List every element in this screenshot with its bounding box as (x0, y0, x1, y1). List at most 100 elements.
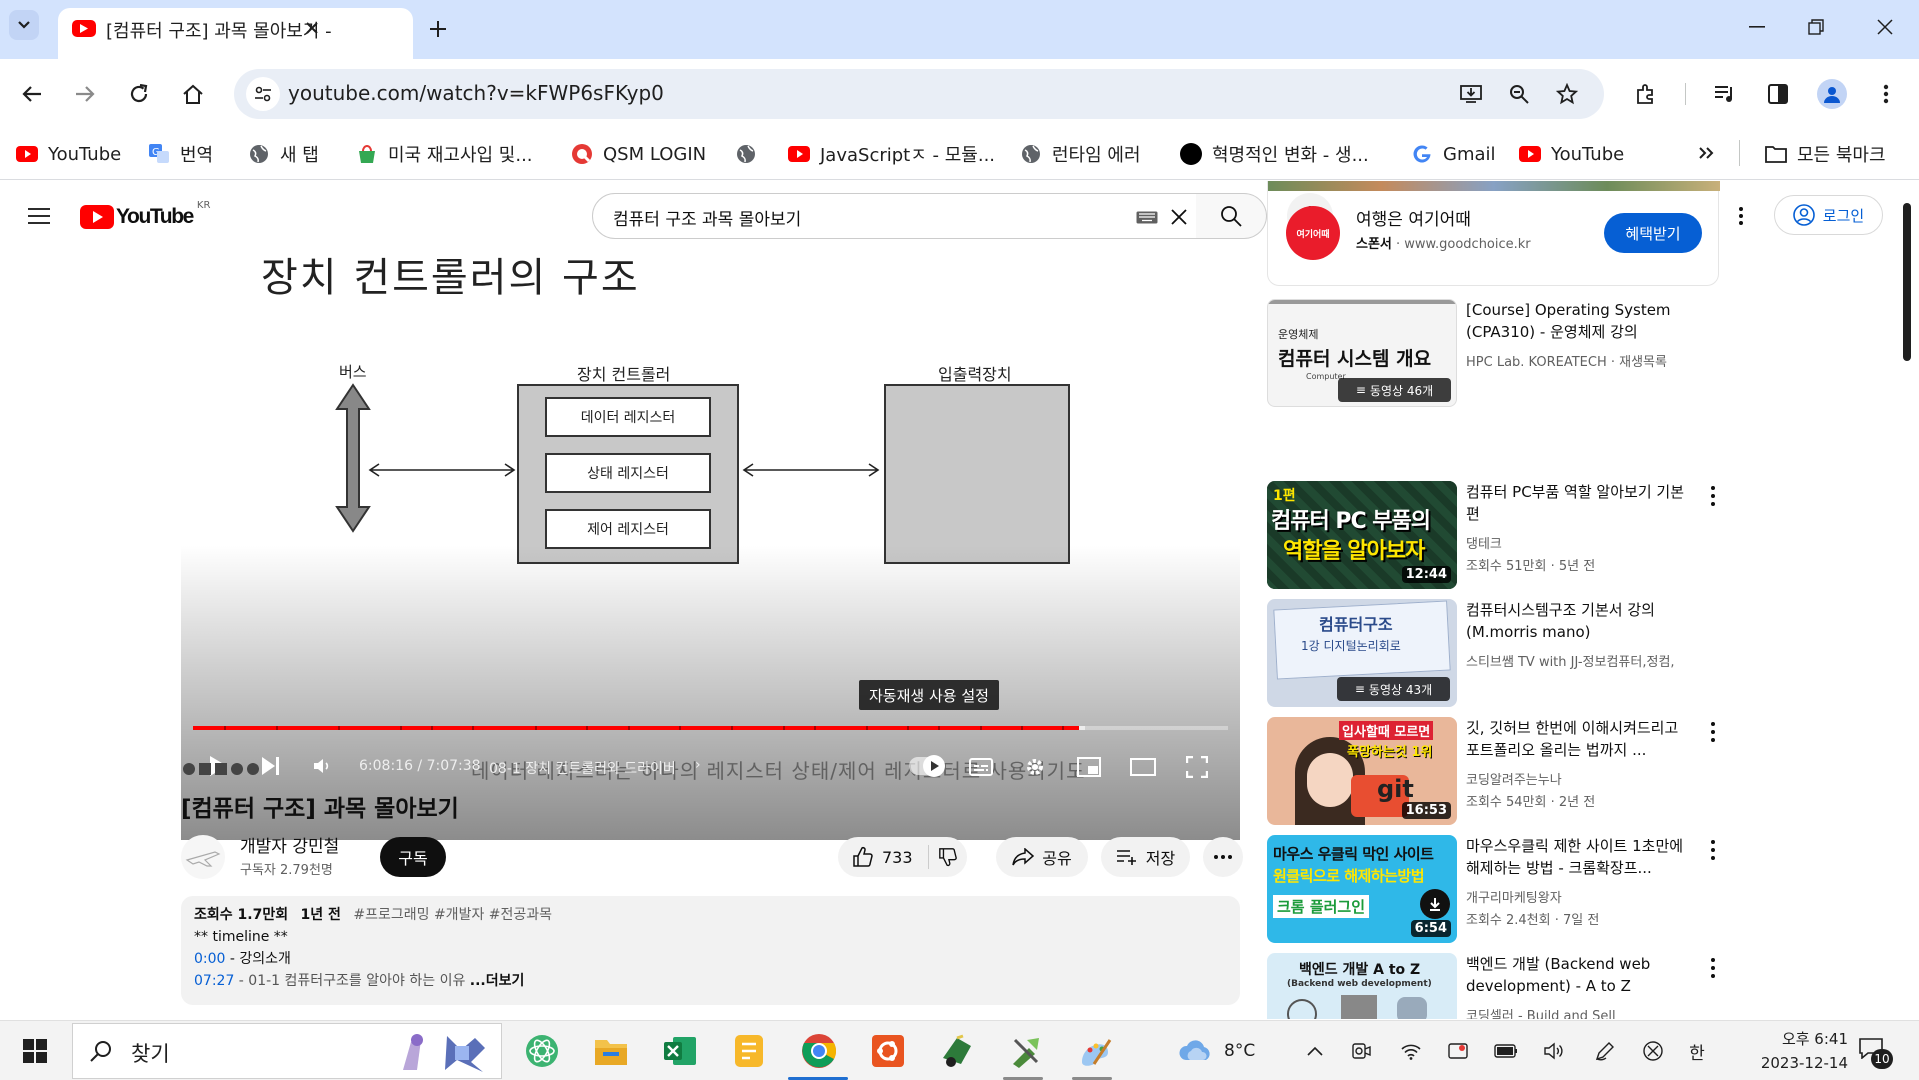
start-button[interactable] (15, 1031, 55, 1071)
minimize-icon[interactable] (1745, 15, 1769, 39)
timestamp-link[interactable]: 07:27 (194, 973, 234, 989)
theater-mode-button[interactable] (1129, 753, 1157, 781)
search-button[interactable] (1196, 193, 1267, 239)
youtube-logo[interactable]: YouTube KR (80, 200, 210, 232)
more-vert-icon[interactable] (1703, 955, 1723, 981)
dislike-button[interactable] (929, 847, 967, 867)
video-thumbnail[interactable]: 입사할때 모르면 폭망하는것 1위 git 16:53 (1267, 717, 1457, 825)
media-control-button[interactable] (1705, 74, 1745, 114)
home-button[interactable] (173, 74, 213, 114)
recommendation-item[interactable]: 백엔드 개발 A to Z (Backend web development) … (1267, 953, 1727, 1019)
recommendation-item[interactable]: 입사할때 모르면 폭망하는것 1위 git 16:53 깃, 깃허브 한번에 이… (1267, 717, 1727, 825)
taskbar-app-atom[interactable] (522, 1031, 562, 1071)
more-actions-button[interactable] (1203, 837, 1243, 877)
recommendation-title[interactable]: [Course] Operating System (CPA310) - 운영체… (1466, 299, 1696, 343)
recommendation-title[interactable]: 깃, 깃허브 한번에 이해시켜드리고 포트폴리오 올리는 법까지 ... (1466, 717, 1696, 761)
bookmark-item[interactable]: G 번역 (148, 140, 213, 168)
bookmark-item[interactable]: 미국 재고사입 및... (356, 140, 533, 168)
page-scrollbar-thumb[interactable] (1903, 203, 1911, 361)
search-query[interactable]: 컴퓨터 구조 과목 몰아보기 (613, 205, 801, 230)
taskbar-app-ubuntu[interactable] (868, 1031, 908, 1071)
recommendation-channel[interactable]: 댕테크 (1466, 533, 1691, 552)
guide-menu-icon[interactable] (24, 201, 54, 231)
chapter-chevron-icon[interactable]: › (695, 757, 701, 773)
back-button[interactable] (12, 74, 52, 114)
close-window-icon[interactable] (1873, 15, 1897, 39)
hashtags[interactable]: #프로그래밍 #개발자 #전공과목 (353, 907, 552, 923)
show-more-link[interactable]: ...더보기 (470, 973, 525, 989)
battery-icon[interactable] (1494, 1039, 1518, 1063)
taskbar-app-notes[interactable] (729, 1031, 769, 1071)
url-text[interactable]: youtube.com/watch?v=kFWP6sFKyp0 (288, 81, 664, 105)
more-bookmarks-icon[interactable] (1693, 140, 1719, 166)
taskbar-app-explorer[interactable] (591, 1031, 631, 1071)
miniplayer-button[interactable] (1075, 753, 1103, 781)
bookmark-item[interactable]: YouTube (1519, 140, 1624, 168)
video-thumbnail[interactable]: 1편 컴퓨터 PC 부품의 역할을 알아보자 12:44 (1267, 481, 1457, 589)
description-box[interactable]: 조회수 1.7만회 1년 전 #프로그래밍 #개발자 #전공과목 ** time… (181, 896, 1240, 1005)
recommendation-channel[interactable]: 코딩셀러 - Build and Sell (1466, 1005, 1691, 1019)
bookmark-item[interactable]: JavaScriptㅈ - 모듈... (788, 140, 995, 168)
share-button[interactable]: 공유 (996, 837, 1088, 877)
video-thumbnail[interactable]: 마우스 우클릭 막인 사이트 원클릭으로 해제하는방법 크롬 플러그인 6:54 (1267, 835, 1457, 943)
notification-center[interactable]: 10 (1858, 1037, 1893, 1069)
video-thumbnail[interactable]: 컴퓨터구조 1강 디지털논리회로 ≡ 동영상 43개 (1267, 599, 1457, 707)
chapter-title[interactable]: 08-1 장치 컨트롤러와 드라이버 (489, 758, 676, 778)
zoom-icon[interactable] (1506, 81, 1532, 107)
more-vert-icon[interactable] (1703, 483, 1723, 509)
all-bookmarks-button[interactable]: 모든 북마크 (1765, 140, 1886, 168)
settings-menu-icon[interactable] (1728, 201, 1754, 231)
bookmark-star-icon[interactable] (1554, 81, 1580, 107)
recommendation-channel[interactable]: HPC Lab. KOREATECH · 재생목록 (1466, 351, 1691, 370)
search-input[interactable]: 컴퓨터 구조 과목 몰아보기 (592, 193, 1197, 239)
taskbar-app-chrome[interactable] (799, 1031, 839, 1071)
bookmark-item[interactable]: YouTube (16, 140, 121, 168)
tab-search-button[interactable] (9, 10, 39, 40)
recommendation-item[interactable]: 컴퓨터구조 1강 디지털논리회로 ≡ 동영상 43개 컴퓨터시스템구조 기본서 강… (1267, 599, 1727, 707)
like-button[interactable]: 733 (838, 846, 928, 868)
close-tab-icon[interactable] (300, 16, 324, 40)
more-vert-icon[interactable] (1703, 719, 1723, 745)
recommendation-title[interactable]: 컴퓨터 PC부품 역할 알아보기 기본편 (1466, 481, 1696, 525)
show-hidden-icons[interactable] (1303, 1039, 1327, 1063)
volume-icon[interactable] (1542, 1039, 1566, 1063)
site-info-icon[interactable] (246, 77, 280, 111)
profile-button[interactable] (1812, 74, 1852, 114)
video-player[interactable]: 장치 컨트롤러의 구조 버스 장치 컨트롤러 데이터 레지스터 상태 레지스터 … (181, 245, 1240, 840)
new-tab-icon[interactable] (424, 15, 452, 43)
clock[interactable]: 오후 6:41 2023-12-14 (1728, 1027, 1848, 1075)
vpn-icon[interactable] (1446, 1039, 1470, 1063)
reload-button[interactable] (119, 74, 159, 114)
video-thumbnail[interactable]: 백엔드 개발 A to Z (Backend web development) (1267, 953, 1457, 1019)
keyboard-icon[interactable] (1135, 208, 1159, 226)
camera-tray-icon[interactable] (1349, 1039, 1373, 1063)
recommendation-title[interactable]: 컴퓨터시스템구조 기본서 강의 (M.morris mano) (1466, 599, 1696, 643)
forward-button[interactable] (65, 74, 105, 114)
side-panel-button[interactable] (1758, 74, 1798, 114)
recommendation-channel[interactable]: 개구리마케팅왕자 (1466, 887, 1691, 906)
login-button[interactable]: 로그인 (1774, 195, 1883, 235)
taskbar-app-tools[interactable] (1006, 1031, 1046, 1071)
blocked-icon[interactable] (1641, 1039, 1665, 1063)
taskbar-app-excel[interactable] (660, 1031, 700, 1071)
recommendation-title[interactable]: 백엔드 개발 (Backend web development) - A to … (1466, 953, 1696, 997)
recommendation-channel[interactable]: 스티브쌤 TV with JJ-정보컴퓨터,정컴, (1466, 651, 1691, 670)
ad-cta-button[interactable]: 혜택받기 (1604, 213, 1702, 253)
taskbar-app-photos[interactable] (937, 1031, 977, 1071)
progress-track[interactable] (193, 726, 1228, 730)
bookmark-item[interactable]: 새 탭 (248, 140, 319, 168)
recommendation-channel[interactable]: 코딩알려주는누나 (1466, 769, 1691, 788)
taskbar-app-paint[interactable] (1075, 1031, 1115, 1071)
bookmark-item[interactable]: 런타임 에러 (1020, 140, 1141, 168)
chrome-menu-button[interactable] (1866, 74, 1906, 114)
ime-indicator[interactable]: 한 (1683, 1037, 1711, 1065)
sponsor-ad[interactable]: 여기어때 여행은 여기어때 스폰서 · www.goodchoice.kr 혜택… (1267, 181, 1720, 286)
mute-button[interactable] (307, 751, 337, 781)
clear-search-icon[interactable] (1166, 204, 1192, 230)
active-tab[interactable]: [컴퓨터 구조] 과목 몰아보기 - (58, 8, 413, 59)
recommendation-item[interactable]: 마우스 우클릭 막인 사이트 원클릭으로 해제하는방법 크롬 플러그인 6:54… (1267, 835, 1727, 943)
bookmark-item[interactable] (735, 140, 767, 168)
timestamp-link[interactable]: 0:00 (194, 951, 225, 967)
more-vert-icon[interactable] (1703, 837, 1723, 863)
channel-avatar[interactable] (181, 835, 225, 879)
